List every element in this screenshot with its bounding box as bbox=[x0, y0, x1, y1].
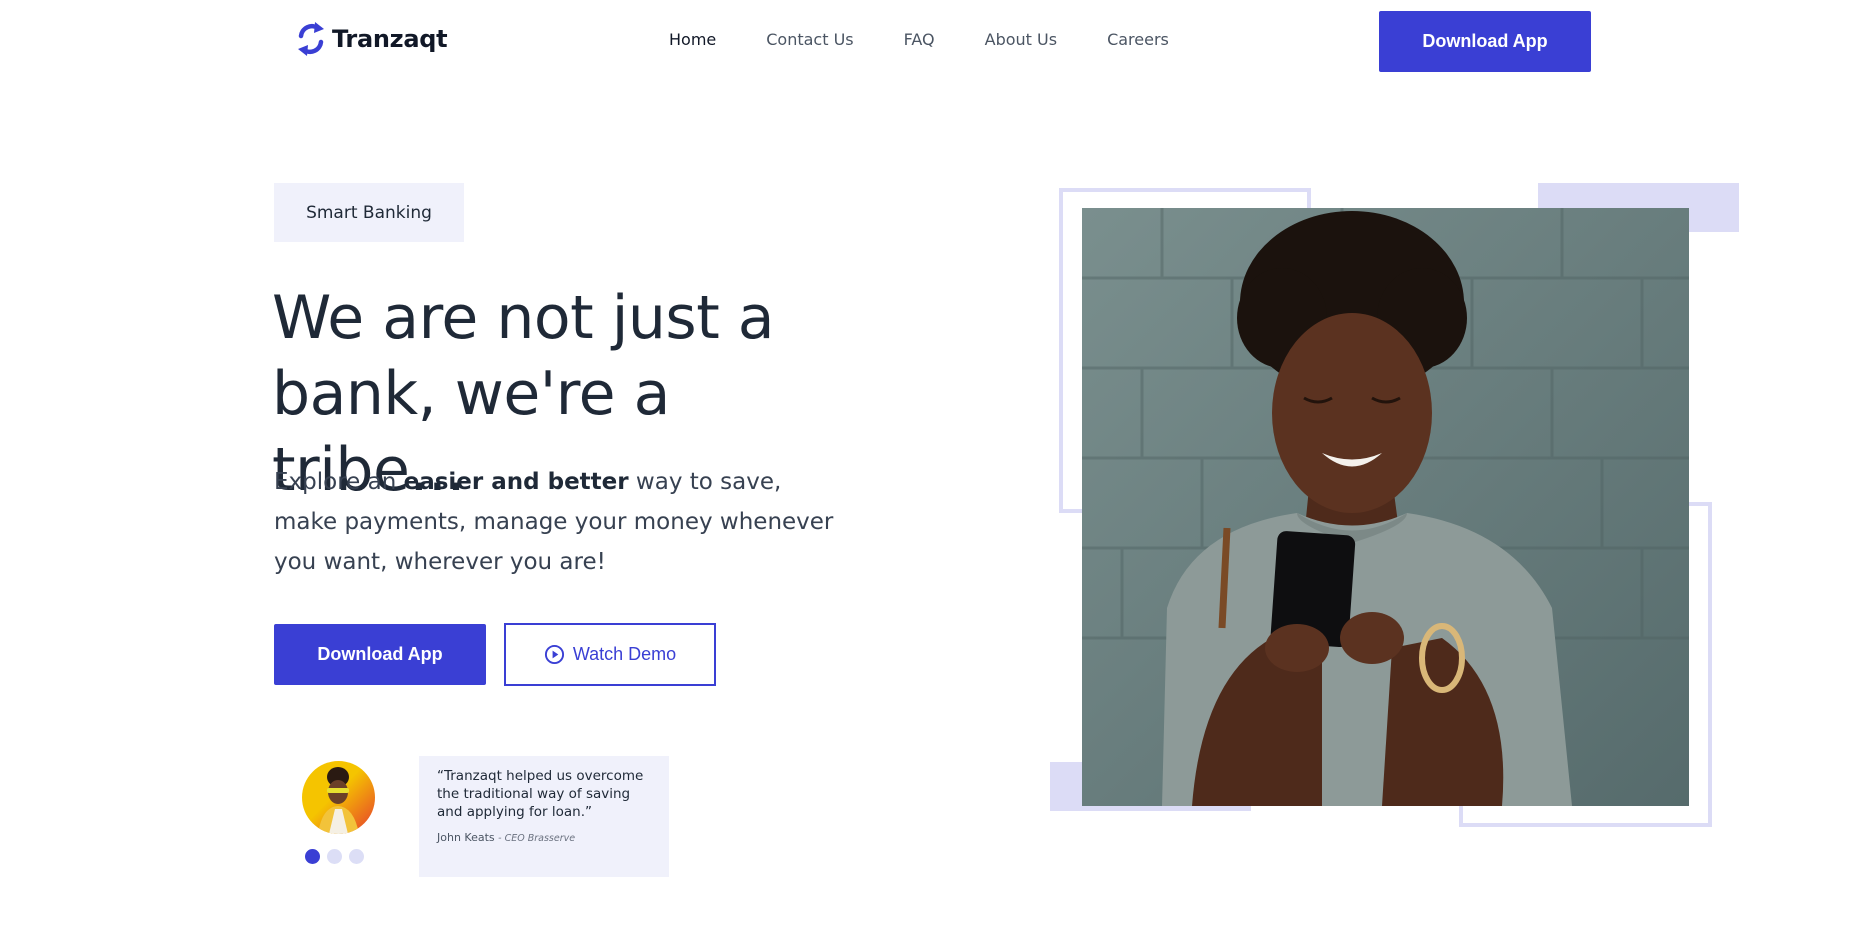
watch-demo-button[interactable]: Watch Demo bbox=[504, 623, 716, 686]
smart-banking-tag: Smart Banking bbox=[274, 183, 464, 242]
testimonial-author-line: John Keats - CEO Brasserve bbox=[437, 831, 651, 844]
subtext-intro: Explore an bbox=[274, 469, 404, 495]
testimonial-card: “Tranzaqt helped us overcome the traditi… bbox=[419, 756, 669, 877]
hero-subtext: Explore an easier and better way to save… bbox=[274, 462, 834, 582]
testimonial-author: John Keats bbox=[437, 831, 495, 844]
pagination-dot-2[interactable] bbox=[327, 849, 342, 864]
testimonial-pagination bbox=[305, 849, 364, 864]
subtext-emphasis: easier and better bbox=[403, 469, 629, 495]
pagination-dot-3[interactable] bbox=[349, 849, 364, 864]
nav-item-faq[interactable]: FAQ bbox=[904, 30, 935, 49]
nav-item-contact-us[interactable]: Contact Us bbox=[766, 30, 853, 49]
testimonial-role: - CEO Brasserve bbox=[498, 833, 576, 844]
watch-demo-label: Watch Demo bbox=[572, 644, 677, 664]
nav-item-about-us[interactable]: About Us bbox=[985, 30, 1057, 49]
play-circle-icon bbox=[544, 644, 564, 665]
brand-name: Tranzaqt bbox=[332, 25, 448, 53]
nav-download-app-button[interactable]: Download App bbox=[1379, 11, 1591, 72]
testimonial-quote: “Tranzaqt helped us overcome the traditi… bbox=[437, 768, 644, 820]
nav-item-home[interactable]: Home bbox=[669, 30, 716, 49]
hero-download-app-button[interactable]: Download App bbox=[274, 624, 486, 685]
sync-arrows-icon bbox=[298, 22, 324, 56]
testimonial-avatar bbox=[302, 761, 375, 834]
brand-logo[interactable]: Tranzaqt bbox=[296, 22, 448, 56]
pagination-dot-1[interactable] bbox=[305, 849, 320, 864]
main-nav: Home Contact Us FAQ About Us Careers bbox=[669, 30, 1219, 49]
hero-photo bbox=[1082, 208, 1689, 806]
headline-line-1: We are not just a bbox=[272, 283, 775, 353]
nav-item-careers[interactable]: Careers bbox=[1107, 30, 1169, 49]
